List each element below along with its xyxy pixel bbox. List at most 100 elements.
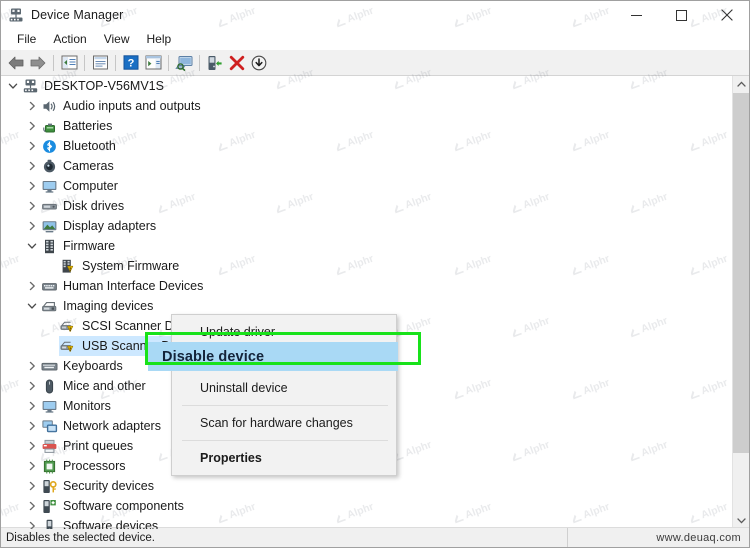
tree-item-label: Batteries (63, 119, 113, 133)
chevron-right-icon[interactable] (24, 96, 40, 116)
svg-text:?: ? (128, 57, 135, 69)
printer-icon (40, 437, 58, 455)
vertical-scrollbar[interactable] (732, 76, 749, 529)
status-text: Disables the selected device. (6, 531, 155, 544)
monitor-icon (40, 397, 58, 415)
properties-icon[interactable] (89, 52, 111, 74)
tree-item-label: Monitors (63, 399, 111, 413)
close-button[interactable] (704, 1, 749, 29)
tree-item[interactable]: Computer (1, 176, 731, 196)
keyboard-icon (40, 357, 58, 375)
tree-item[interactable]: Audio inputs and outputs (1, 96, 731, 116)
tree-item[interactable]: Software components (1, 496, 731, 516)
menu-action[interactable]: Action (45, 30, 95, 49)
toolbar-separator (84, 54, 85, 71)
forward-icon[interactable] (27, 52, 49, 74)
disable-device-icon[interactable] (248, 52, 270, 74)
tree-item-label: Keyboards (63, 359, 123, 373)
tree-item-label: Processors (63, 459, 126, 473)
chevron-right-icon[interactable] (24, 496, 40, 516)
firmware-icon (40, 237, 58, 255)
context-menu-item-uninstall-device[interactable]: Uninstall device (172, 374, 396, 402)
chevron-right-icon[interactable] (24, 116, 40, 136)
tree-item-label: Print queues (63, 439, 134, 453)
chevron-right-icon[interactable] (24, 456, 40, 476)
tree-item-label: Network adapters (63, 419, 161, 433)
context-menu-item-disable-device-label: Disable device (162, 348, 265, 365)
chevron-right-icon[interactable] (24, 376, 40, 396)
menu-help[interactable]: Help (139, 30, 181, 49)
mouse-icon (40, 377, 58, 395)
chevron-right-icon[interactable] (24, 136, 40, 156)
display-adapter-icon (40, 217, 58, 235)
scan-for-hardware-changes-icon[interactable] (173, 52, 195, 74)
tree-item-label: Firmware (63, 239, 116, 253)
context-menu-item-properties[interactable]: Properties (172, 444, 396, 472)
chevron-down-icon[interactable] (5, 76, 21, 96)
tree-item[interactable]: Cameras (1, 156, 731, 176)
chevron-right-icon[interactable] (24, 216, 40, 236)
chevron-right-icon[interactable] (24, 416, 40, 436)
show-hide-action-pane-icon[interactable] (142, 52, 164, 74)
chevron-right-icon[interactable] (24, 356, 40, 376)
context-menu-separator (182, 405, 388, 406)
chevron-down-icon[interactable] (24, 296, 40, 316)
tree-item[interactable]: Imaging devices (1, 296, 731, 316)
tree-item[interactable]: System Firmware (1, 256, 731, 276)
processor-icon (40, 457, 58, 475)
hid-icon (40, 277, 58, 295)
tree-item-label: Display adapters (63, 219, 157, 233)
update-driver-icon[interactable] (204, 52, 226, 74)
menu-bar: File Action View Help (1, 29, 749, 50)
chevron-right-icon[interactable] (24, 516, 40, 529)
chevron-right-icon[interactable] (24, 156, 40, 176)
tree-item-label: DESKTOP-V56MV1S (44, 79, 164, 93)
show-hide-console-tree-icon[interactable] (58, 52, 80, 74)
tree-item[interactable]: Bluetooth (1, 136, 731, 156)
chevron-right-icon[interactable] (24, 196, 40, 216)
uninstall-device-icon[interactable] (226, 52, 248, 74)
bluetooth-icon (40, 137, 58, 155)
battery-icon (40, 117, 58, 135)
tree-item-label: Security devices (63, 479, 155, 493)
chevron-right-icon[interactable] (24, 396, 40, 416)
context-menu-item-scan-for-hardware-changes[interactable]: Scan for hardware changes (172, 409, 396, 437)
tree-item[interactable]: Display adapters (1, 216, 731, 236)
tree-item-label: Cameras (63, 159, 114, 173)
tree-item-label: Audio inputs and outputs (63, 99, 201, 113)
chevron-right-icon[interactable] (24, 436, 40, 456)
disk-drive-icon (40, 197, 58, 215)
window-controls (614, 1, 749, 29)
context-menu-highlight-band[interactable]: Disable device (148, 342, 398, 371)
toolbar-separator (115, 54, 116, 71)
chevron-right-icon[interactable] (24, 176, 40, 196)
chevron-down-icon[interactable] (24, 236, 40, 256)
scroll-up-arrow-icon[interactable] (733, 76, 749, 93)
back-icon[interactable] (5, 52, 27, 74)
tree-item[interactable]: Security devices (1, 476, 731, 496)
maximize-button[interactable] (659, 1, 704, 29)
source-watermark: www.deuaq.com (656, 531, 741, 544)
chevron-right-icon[interactable] (24, 476, 40, 496)
chevron-right-icon[interactable] (24, 276, 40, 296)
software-component-icon (40, 497, 58, 515)
tree-item-label: System Firmware (82, 259, 180, 273)
minimize-button[interactable] (614, 1, 659, 29)
tree-item[interactable]: Firmware (1, 236, 731, 256)
tree-item[interactable]: Human Interface Devices (1, 276, 731, 296)
tree-root-item[interactable]: DESKTOP-V56MV1S (1, 76, 731, 96)
tree-item-label: Human Interface Devices (63, 279, 204, 293)
context-menu: Update driver Uninstall device Scan for … (148, 314, 398, 476)
tree-item-label: Software devices (63, 519, 159, 529)
tree-item[interactable]: Disk drives (1, 196, 731, 216)
system-firmware-warning-icon (59, 257, 77, 275)
tree-item[interactable]: Batteries (1, 116, 731, 136)
help-icon[interactable]: ? (120, 52, 142, 74)
menu-file[interactable]: File (9, 30, 45, 49)
scrollbar-thumb[interactable] (733, 93, 749, 453)
toolbar: ? (1, 50, 749, 76)
imaging-device-icon (40, 297, 58, 315)
menu-view[interactable]: View (96, 30, 139, 49)
device-manager-window: Device Manager File Action View Help ? D… (0, 0, 750, 548)
